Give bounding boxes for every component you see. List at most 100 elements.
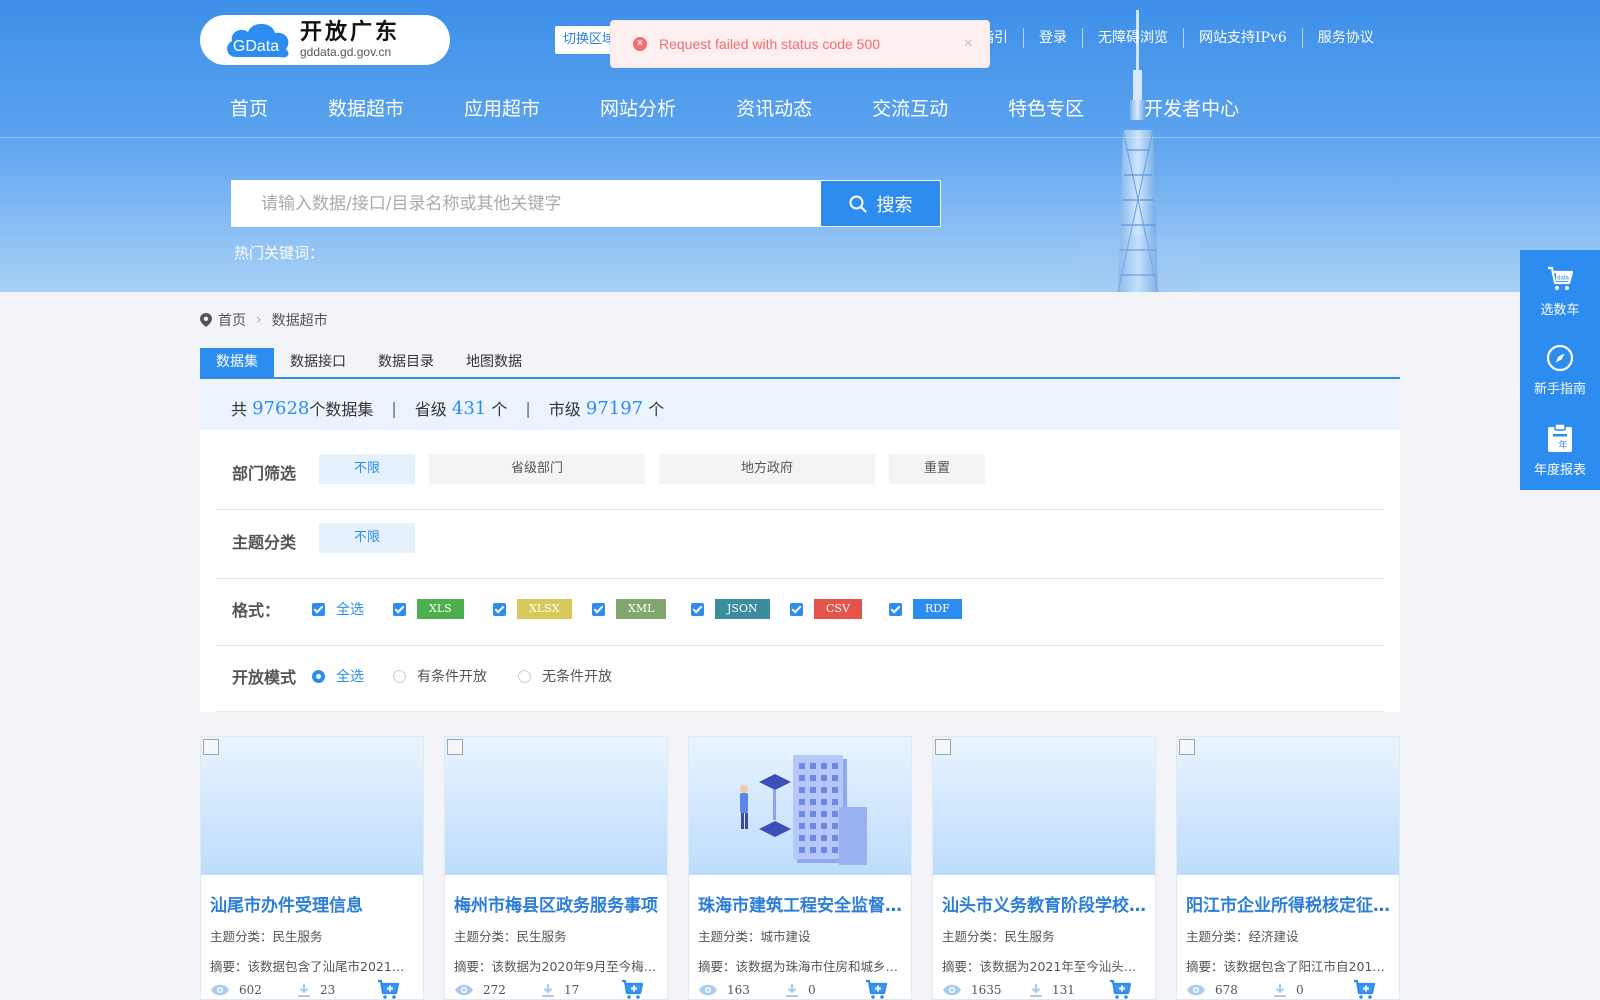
view-count: 678 [1215,983,1238,997]
dataset-card-title[interactable]: 梅州市梅县区政务服务事项 [454,891,658,916]
stats-prefix: 共 [231,400,248,419]
dataset-card[interactable]: 珠海市建筑工程安全监督信息 主题分类：城市建设 摘要：该数据为珠海市住房和城乡建… [688,736,912,1000]
format-option-rdf[interactable]: RDF [889,599,962,619]
nav-divider [0,137,1600,138]
format-select-all[interactable]: 全选 [312,599,364,619]
checkbox-checked-icon[interactable] [592,602,605,616]
mode-option-unconditional[interactable]: 无条件开放 [518,666,612,686]
add-to-cart-icon[interactable] [865,979,887,999]
dataset-card-summary: 摘要：该数据包含了汕尾市2021年... [210,959,414,974]
nav-site-analysis[interactable]: 网站分析 [600,96,676,122]
dept-option-any[interactable]: 不限 [319,454,415,484]
error-circle-icon: × [633,37,647,51]
location-pin-icon [200,313,212,327]
add-to-cart-icon[interactable] [1353,979,1375,999]
nav-developer-center[interactable]: 开发者中心 [1144,96,1239,122]
dept-option-provincial[interactable]: 省级部门 [429,454,645,484]
nav-app-market[interactable]: 应用超市 [464,96,540,122]
download-count: 0 [808,983,816,997]
dept-filter-label: 部门筛选 [232,464,297,483]
radio-icon[interactable] [518,669,531,683]
add-to-cart-icon[interactable] [1109,979,1131,999]
stats-province-label: 省级 [414,400,447,419]
download-icon [786,984,798,997]
breadcrumb-home[interactable]: 首页 [218,310,246,330]
breadcrumb-current: 数据超市 [271,313,328,329]
radio-icon[interactable] [393,669,406,683]
dataset-card[interactable]: 阳江市企业所得税核定征收信息 主题分类：经济建设 摘要：该数据包含了阳江市自20… [1176,736,1400,1000]
dataset-card-title[interactable]: 阳江市企业所得税核定征收信息 [1186,891,1390,916]
download-icon [542,984,554,997]
breadcrumb: 首页 › 数据超市 [200,310,328,330]
format-option-xls[interactable]: XLS [393,599,464,619]
format-option-xml[interactable]: XML [592,599,667,619]
dataset-card[interactable]: 汕头市义务教育阶段学校信息 主题分类：民生服务 摘要：该数据为2021年至今汕头… [932,736,1156,1000]
eye-icon [455,984,473,996]
filter-row-department: 部门筛选 不限 省级部门 地方政府 重置 [216,430,1384,510]
building-illustration [740,755,867,865]
top-link-service-agreement[interactable]: 服务协议 [1301,28,1389,48]
dataset-card-topic: 主题分类：城市建设 [698,929,811,944]
filter-row-format: 格式： 全选 XLS XLSX XML JSON CSV RDF [216,579,1384,646]
view-count: 1635 [971,983,1002,997]
broken-image-icon [447,739,463,755]
format-tag-csv: CSV [814,599,862,619]
checkbox-checked-icon[interactable] [889,602,902,616]
stats-province: 431 [451,397,487,419]
stats-divider: | [391,398,397,418]
tab-data-api[interactable]: 数据接口 [274,348,362,377]
checkbox-checked-icon[interactable] [790,602,803,616]
floating-sidebar: data 选数车 新手指南 年 年度报表 [1520,250,1600,490]
dataset-card-image [689,737,911,875]
open-mode-label: 开放模式 [232,668,297,687]
nav-news[interactable]: 资讯动态 [736,96,812,122]
sidebar-item-data-cart[interactable]: data 选数车 [1520,250,1600,330]
sidebar-item-guide[interactable]: 新手指南 [1520,330,1600,410]
top-link-login[interactable]: 登录 [1023,28,1082,48]
dept-option-local-gov[interactable]: 地方政府 [659,454,875,484]
dataset-card[interactable]: 汕尾市办件受理信息 主题分类：民生服务 摘要：该数据包含了汕尾市2021年...… [200,736,424,1000]
format-option-csv[interactable]: CSV [790,599,862,619]
topic-option-any[interactable]: 不限 [319,523,415,553]
filter-row-open-mode: 开放模式 全选 有条件开放 无条件开放 [216,646,1384,712]
dataset-stats: 共 97628 个数据集 | 省级 431 个 | 市级 97197 个 [200,386,1400,430]
view-count: 272 [483,983,506,997]
format-option-json[interactable]: JSON [691,599,770,619]
tab-dataset[interactable]: 数据集 [200,348,274,377]
toast-close-icon[interactable]: × [964,35,973,53]
search-input[interactable] [231,180,820,227]
download-count: 131 [1052,983,1075,997]
dataset-tabs: 数据集 数据接口 数据目录 地图数据 [200,348,1400,379]
sidebar-item-annual-report[interactable]: 年 年度报表 [1520,410,1600,490]
sidebar-label-guide: 新手指南 [1533,381,1586,397]
dataset-card-title[interactable]: 汕头市义务教育阶段学校信息 [942,891,1146,916]
logo-title: 开放广东 [300,20,401,45]
breadcrumb-chevron-icon: › [256,312,262,328]
nav-data-market[interactable]: 数据超市 [328,96,404,122]
site-logo[interactable]: GData 开放广东 gddata.gd.gov.cn [200,15,450,65]
stats-city-label: 市级 [548,400,581,419]
nav-home[interactable]: 首页 [230,96,268,122]
add-to-cart-icon[interactable] [621,979,643,999]
search-button[interactable]: 搜索 [820,180,941,227]
top-link-accessibility[interactable]: 无障碍浏览 [1082,28,1183,48]
add-to-cart-icon[interactable] [377,979,399,999]
mode-option-conditional[interactable]: 有条件开放 [393,666,487,686]
dataset-card-title[interactable]: 汕尾市办件受理信息 [210,891,414,916]
nav-special-zone[interactable]: 特色专区 [1008,96,1084,122]
mode-option-all[interactable]: 全选 [312,666,364,686]
checkbox-checked-icon[interactable] [493,602,506,616]
tab-data-catalog[interactable]: 数据目录 [362,348,450,377]
nav-interaction[interactable]: 交流互动 [872,96,948,122]
checkbox-checked-icon[interactable] [393,602,406,616]
tab-map-data[interactable]: 地图数据 [450,348,538,377]
checkbox-checked-icon[interactable] [312,602,325,616]
checkbox-checked-icon[interactable] [691,602,704,616]
radio-selected-icon[interactable] [312,669,325,683]
format-option-xlsx[interactable]: XLSX [493,599,572,619]
dataset-card-title[interactable]: 珠海市建筑工程安全监督信息 [698,891,902,916]
dataset-card[interactable]: 梅州市梅县区政务服务事项 主题分类：民生服务 摘要：该数据为2020年9月至今梅… [444,736,668,1000]
dept-reset-button[interactable]: 重置 [889,454,985,484]
search-button-label: 搜索 [876,194,913,216]
top-link-ipv6[interactable]: 网站支持IPv6 [1183,28,1302,48]
